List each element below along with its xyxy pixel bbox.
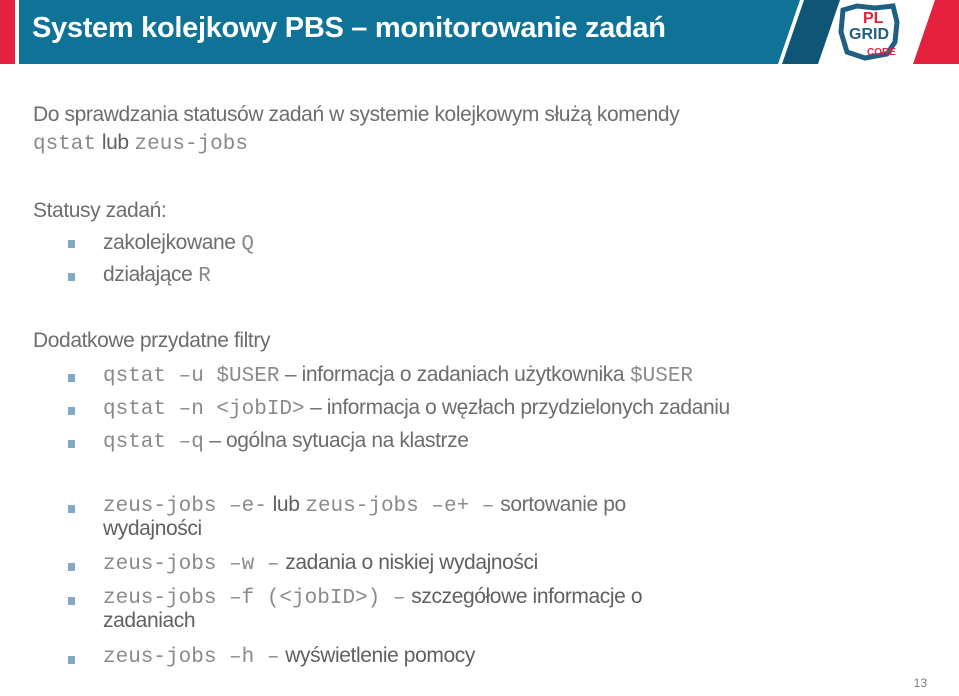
bullet-icon	[68, 563, 75, 571]
zeus-command: zeus-jobs –e+ –	[305, 495, 495, 518]
zeus-description: zadania o niskiej wydajności	[285, 551, 538, 574]
logo-core: CORE	[867, 47, 896, 58]
bullet-icon	[68, 240, 75, 248]
command-zeus-jobs: zeus-jobs	[134, 133, 248, 156]
zeus-description: sortowanie po	[500, 493, 626, 516]
statuses-heading: Statusy zadań:	[33, 199, 167, 222]
bullet-icon	[68, 597, 75, 605]
intro-commands: qstat lub zeus-jobs	[33, 130, 248, 158]
filters-heading: Dodatkowe przydatne filtry	[33, 329, 271, 352]
or-word: lub	[272, 493, 300, 516]
zeus-command: zeus-jobs –w –	[103, 553, 280, 576]
separator: –	[203, 429, 226, 452]
zeus-item: zeus-jobs –h – wyświetlenie pomocy	[103, 643, 475, 671]
zeus-item: zeus-jobs –w – zadania o niskiej wydajno…	[103, 550, 538, 578]
page-title: System kolejkowy PBS – monitorowanie zad…	[32, 12, 666, 44]
zeus-description: wyświetlenie pomocy	[285, 644, 475, 667]
bullet-icon	[68, 656, 75, 664]
filter-description: informacja o zadaniach użytkownika	[301, 363, 625, 386]
status-item: działające R	[103, 262, 211, 290]
status-label: zakolejkowane	[103, 231, 236, 254]
command-qstat: qstat	[33, 133, 97, 156]
filter-item: qstat –n <jobID> – informacja o węzłach …	[103, 395, 730, 423]
bullet-icon	[68, 407, 75, 415]
status-code: R	[198, 265, 211, 288]
status-item: zakolejkowane Q	[103, 230, 254, 258]
bullet-icon	[68, 273, 75, 281]
zeus-command: zeus-jobs –e-	[103, 495, 267, 518]
status-code: Q	[241, 233, 255, 256]
plgrid-logo: PL GRID CORE	[835, 2, 905, 62]
status-label: działające	[103, 263, 193, 286]
red-stripe	[0, 0, 15, 64]
zeus-description-cont: wydajności	[103, 517, 202, 540]
filter-command: qstat –q	[103, 431, 204, 454]
or-word: lub	[101, 131, 129, 154]
filter-command: qstat –n <jobID>	[103, 398, 305, 421]
zeus-command: zeus-jobs –f (<jobID>) –	[103, 587, 406, 610]
page-number: 13	[913, 676, 927, 690]
bullet-icon	[68, 374, 75, 382]
filter-command: qstat –u $USER	[103, 365, 280, 388]
separator: –	[304, 396, 327, 419]
separator: –	[279, 363, 302, 386]
bullet-icon	[68, 505, 75, 513]
slide-header: System kolejkowy PBS – monitorowanie zad…	[0, 0, 959, 64]
red-slant	[913, 0, 959, 64]
zeus-description: szczegółowe informacje o	[411, 585, 643, 608]
bullet-icon	[68, 440, 75, 448]
zeus-description-cont: zadaniach	[103, 609, 196, 632]
filter-item: qstat –q – ogólna sytuacja na klastrze	[103, 428, 469, 456]
filter-variable: $USER	[630, 365, 694, 388]
logo-grid: GRID	[849, 26, 889, 43]
intro-text: Do sprawdzania statusów zadań w systemie…	[33, 102, 680, 128]
filter-description: informacja o węzłach przydzielonych zada…	[326, 396, 730, 419]
filter-description: ogólna sytuacja na klastrze	[225, 429, 469, 452]
filter-item: qstat –u $USER – informacja o zadaniach …	[103, 362, 693, 390]
zeus-command: zeus-jobs –h –	[103, 646, 280, 669]
intro-sentence: Do sprawdzania statusów zadań w systemie…	[33, 103, 680, 126]
